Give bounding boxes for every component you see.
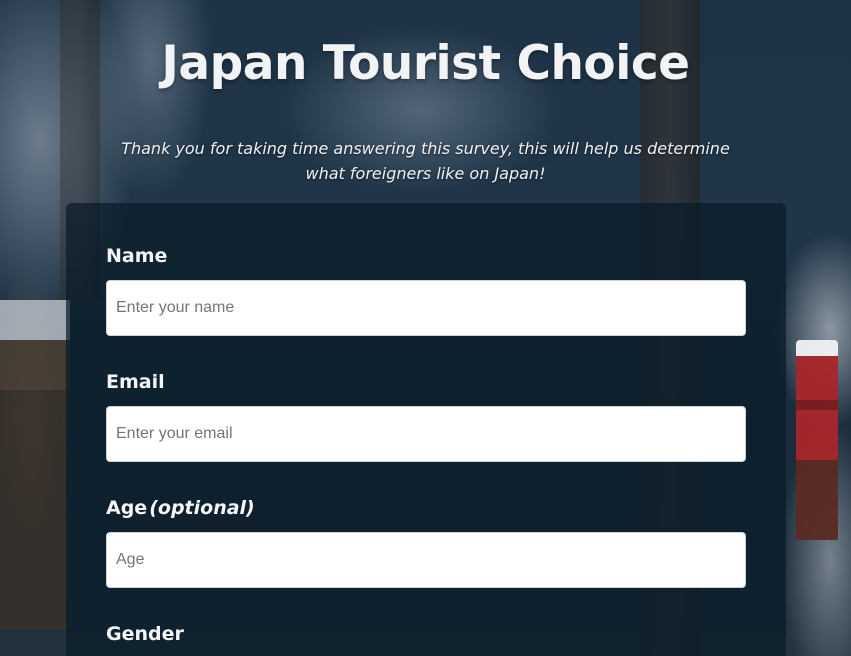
gender-label-text: Gender [106,623,184,645]
email-input[interactable] [106,406,746,462]
page-title: Japan Tourist Choice [161,36,690,91]
age-optional-note: (optional) [149,497,255,519]
page-description: Thank you for taking time answering this… [121,139,730,183]
background-lantern [796,340,838,540]
background-shrine [0,300,70,630]
age-label-text: Age [106,497,148,519]
age-label: Age (optional) [106,497,255,519]
name-label-text: Name [106,245,168,267]
name-input[interactable] [106,280,746,336]
email-label: Email [106,371,165,393]
survey-form: Name Email Age(optional) Gender [66,203,786,656]
name-label: Name [106,245,167,267]
age-input[interactable] [106,532,746,588]
gender-label: Gender [106,623,184,645]
email-label-text: Email [106,371,165,393]
